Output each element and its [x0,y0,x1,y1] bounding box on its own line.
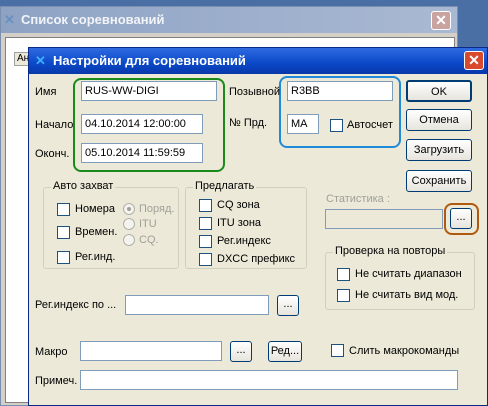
autocount-label: Автосчет [347,119,393,131]
name-input[interactable]: RUS-WW-DIGI [81,81,217,101]
ignore-band-checkbox[interactable] [337,268,350,281]
start-label: Начало [35,119,74,131]
itu-radio-label: ITU [139,218,157,230]
repeat-check-title: Проверка на повторы [333,245,448,257]
merge-macro-label: Слить макрокоманды [349,345,460,357]
contest-list-close-button[interactable]: ✕ [431,11,451,30]
order-radio[interactable] [123,203,135,215]
end-label: Оконч. [35,148,70,160]
offer-itu-zone-checkbox[interactable] [199,217,212,230]
ignore-mode-label: Не считать вид мод. [355,289,459,301]
callsign-label: Позывной [229,86,281,98]
auto-numbers-checkbox[interactable] [57,203,70,216]
auto-numbers-label: Номера [75,203,115,215]
dialog-titlebar: ✕ Настройки для соревнований [29,48,487,74]
start-input[interactable]: 04.10.2014 12:00:00 [81,114,203,134]
contest-settings-dialog: ✕ Настройки для соревнований ✕ Имя RUS-W… [28,47,488,406]
cancel-button[interactable]: Отмена [406,109,472,131]
save-button[interactable]: Сохранить [406,170,472,192]
ignore-band-label: Не считать диапазон [355,268,462,280]
order-radio-label: Поряд. [139,203,175,215]
dialog-title: Настройки для соревнований [53,53,246,68]
regindex-label: Рег.индекс по ... [35,299,117,311]
sent-number-input[interactable]: MA [287,114,319,134]
auto-time-checkbox[interactable] [57,226,70,239]
regindex-browse-button[interactable]: ... [277,295,299,316]
itu-radio[interactable] [123,218,135,230]
end-input[interactable]: 05.10.2014 11:59:59 [81,143,203,163]
butterfly-icon: ✕ [35,53,46,68]
close-icon: ✕ [435,12,447,28]
macro-label: Макро [35,346,68,358]
sent-number-label: № Прд. [229,117,268,129]
load-button[interactable]: Загрузить [406,139,472,161]
regindex-input[interactable] [125,295,269,315]
note-input[interactable] [80,370,458,390]
macro-input[interactable] [80,341,222,361]
auto-capture-title: Авто захват [51,180,116,192]
offer-title: Предлагать [193,180,257,192]
ok-button[interactable]: OK [406,80,472,102]
macro-browse-button[interactable]: ... [230,341,252,362]
macro-edit-button[interactable]: Ред... [268,341,302,362]
auto-regind-checkbox[interactable] [57,251,70,264]
offer-cq-zone-label: CQ зона [217,199,260,211]
callsign-input[interactable]: R3BB [287,81,393,101]
cq-radio-label: CQ. [139,234,159,246]
contest-list-title: Список соревнований [21,12,165,27]
statistics-browse-button[interactable]: ... [450,208,472,229]
statistics-label: Статистика : [326,193,390,205]
offer-cq-zone-checkbox[interactable] [199,199,212,212]
auto-time-label: Времен. [75,226,118,238]
cq-radio[interactable] [123,234,135,246]
auto-regind-label: Рег.инд. [75,251,116,263]
offer-itu-zone-label: ITU зона [217,217,262,229]
merge-macro-checkbox[interactable] [331,344,344,357]
note-label: Примеч. [35,375,78,387]
offer-dxcc-checkbox[interactable] [199,253,212,266]
statistics-input[interactable] [325,209,443,229]
offer-regindex-checkbox[interactable] [199,235,212,248]
name-label: Имя [35,86,57,98]
autocount-checkbox[interactable] [330,119,343,132]
contest-list-titlebar: ✕ Список соревнований [1,7,457,33]
dialog-close-button[interactable]: ✕ [464,51,484,70]
offer-dxcc-label: DXCC префикс [217,253,296,265]
butterfly-icon: ✕ [4,12,15,27]
close-icon: ✕ [468,52,480,68]
ignore-mode-checkbox[interactable] [337,289,350,302]
offer-regindex-label: Рег.индекс [217,235,271,247]
